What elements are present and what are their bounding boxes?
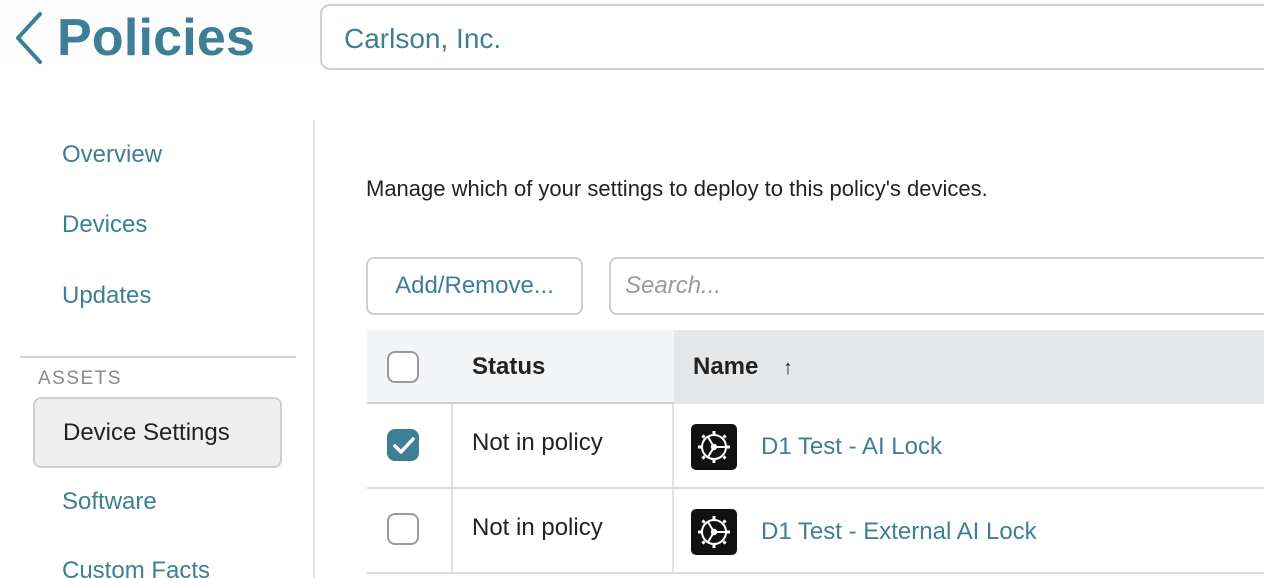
status-cell: Not in policy [472, 514, 603, 541]
sidebar-item-updates[interactable]: Updates [62, 281, 151, 311]
search-box[interactable] [609, 257, 1264, 315]
setting-name-link[interactable]: D1 Test - AI Lock [761, 432, 942, 462]
column-divider [451, 404, 453, 487]
sidebar-item-overview[interactable]: Overview [62, 140, 162, 170]
sorted-column-highlight [674, 330, 1264, 404]
row-checkbox-checked[interactable] [387, 429, 419, 461]
sidebar-section-label-assets: ASSETS [38, 368, 122, 389]
column-header-status[interactable]: Status [472, 352, 545, 382]
sidebar-section-divider [20, 356, 296, 358]
organization-selector[interactable]: Carlson, Inc. [320, 4, 1264, 70]
page-description: Manage which of your settings to deploy … [366, 176, 988, 201]
header: Policies Carlson, Inc. [0, 0, 1264, 100]
settings-table: Status Name ↑ Not in policy D1 Test - AI… [367, 330, 1264, 578]
sort-ascending-icon[interactable]: ↑ [783, 357, 793, 379]
page-title: Policies [57, 9, 256, 67]
sidebar-item-device-settings[interactable]: Device Settings [33, 397, 282, 468]
gear-icon [691, 424, 737, 470]
sidebar-item-software[interactable]: Software [62, 487, 157, 517]
setting-name-link[interactable]: D1 Test - External AI Lock [761, 517, 1037, 547]
back-chevron-icon[interactable] [14, 10, 46, 66]
table-row[interactable]: Not in policy [367, 489, 1264, 574]
policies-page: Policies Carlson, Inc. Overview Devices … [0, 0, 1264, 578]
sidebar-item-devices[interactable]: Devices [62, 210, 147, 240]
column-header-name[interactable]: Name [693, 352, 758, 382]
status-cell: Not in policy [472, 429, 603, 456]
add-remove-button[interactable]: Add/Remove... [366, 257, 583, 315]
sidebar: Overview Devices Updates ASSETS Device S… [0, 120, 316, 578]
gear-icon [691, 509, 737, 555]
column-divider [672, 404, 674, 487]
table-row[interactable]: Not in policy [367, 404, 1264, 489]
column-divider [451, 489, 453, 572]
sidebar-item-custom-facts[interactable]: Custom Facts [62, 556, 210, 578]
search-input[interactable] [611, 259, 1264, 313]
row-checkbox[interactable] [387, 513, 419, 545]
column-divider [672, 489, 674, 572]
select-all-checkbox[interactable] [387, 351, 419, 383]
checkmark-icon [393, 437, 415, 454]
table-header: Status Name ↑ [367, 330, 1264, 404]
